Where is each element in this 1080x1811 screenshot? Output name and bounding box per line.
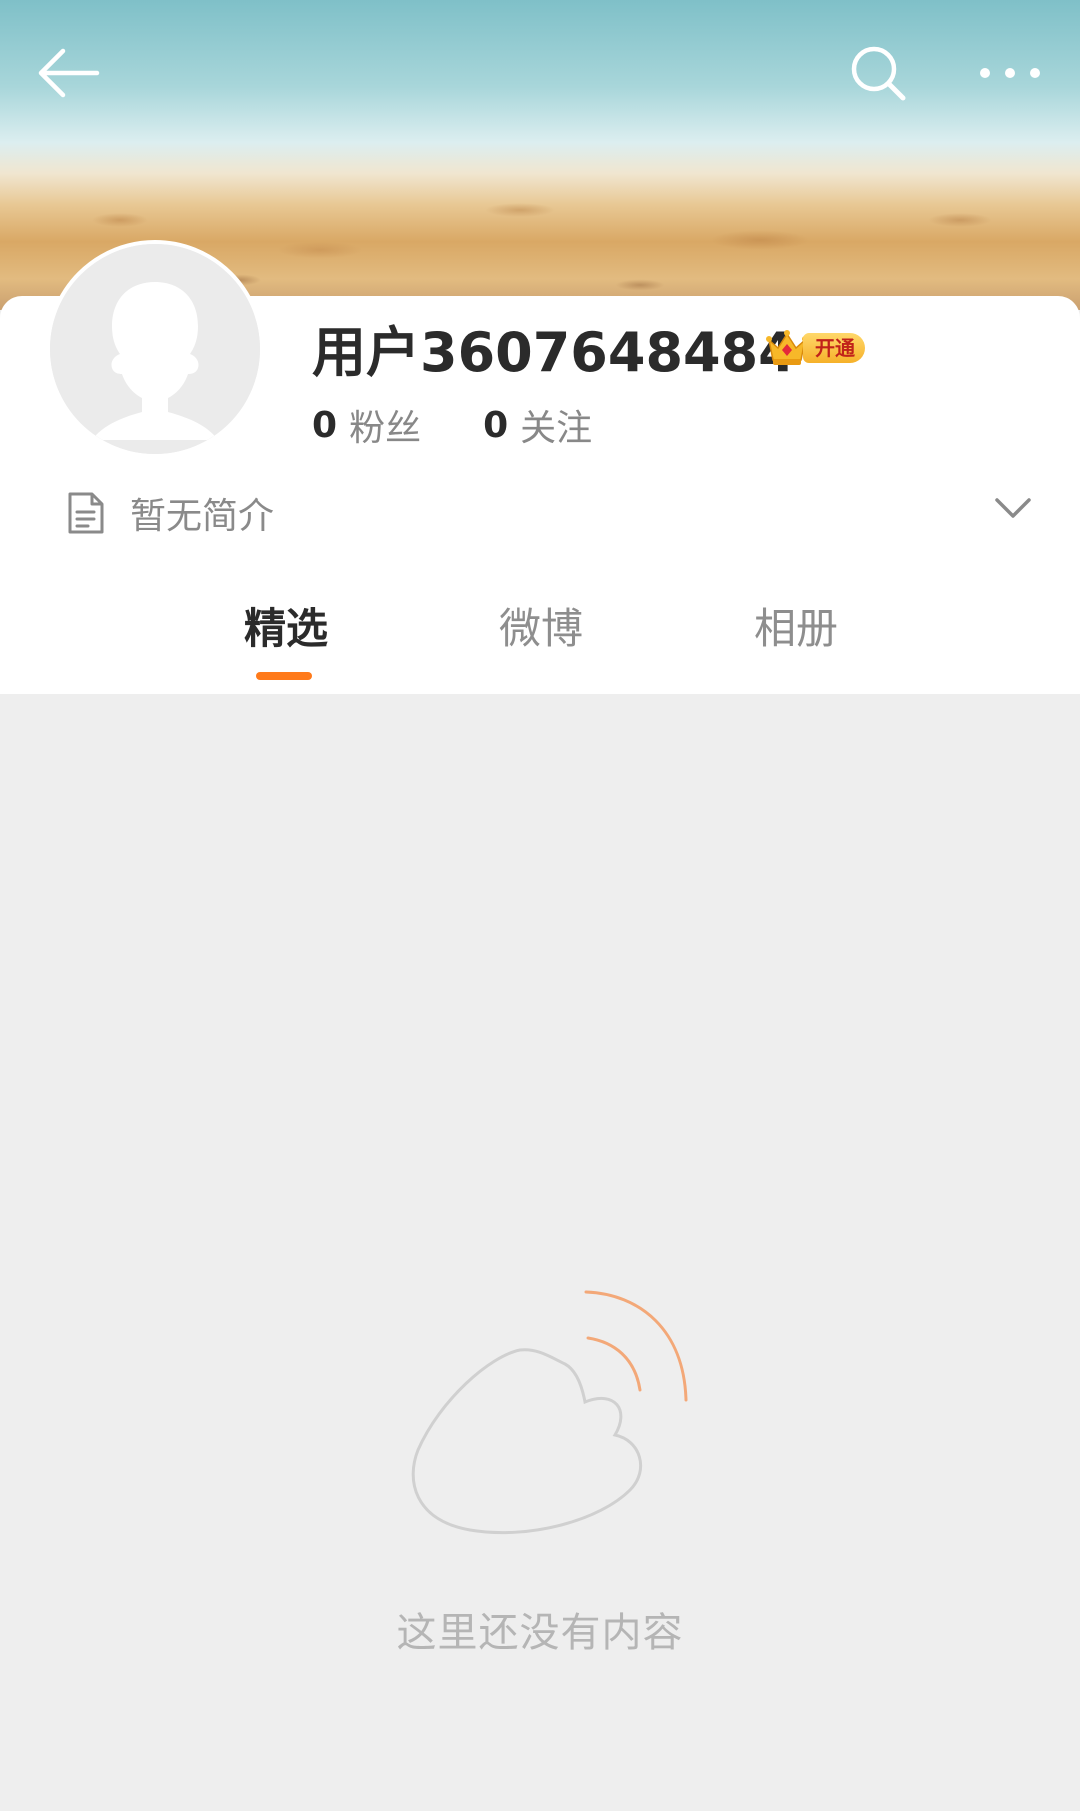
more-dots-icon <box>980 68 1040 78</box>
arrow-left-icon <box>38 48 100 98</box>
followers-label: 粉丝 <box>349 408 422 449</box>
document-icon <box>68 492 104 534</box>
vip-open-badge[interactable]: 开通 <box>765 326 877 370</box>
search-icon <box>851 46 906 101</box>
profile-tabs: 精选 微博 相册 <box>0 594 1080 694</box>
active-tab-indicator <box>256 672 312 680</box>
avatar[interactable] <box>46 240 264 458</box>
default-avatar-icon <box>50 244 260 454</box>
empty-state-message: 这里还没有内容 <box>396 1610 684 1656</box>
tab-weibo[interactable]: 微博 <box>499 594 583 664</box>
followers-count: 0 <box>312 404 338 446</box>
username: 用户3607648484 <box>312 321 796 384</box>
following-label: 关注 <box>520 408 593 449</box>
vip-open-label: 开通 <box>803 333 865 363</box>
bio-row[interactable]: 暂无简介 <box>66 488 1032 538</box>
stats-row: 0 粉丝 0 关注 <box>312 399 654 451</box>
followers-stat[interactable]: 0 粉丝 <box>312 399 421 451</box>
back-button[interactable] <box>33 38 103 108</box>
empty-weibo-logo-icon <box>411 1290 688 1535</box>
following-stat[interactable]: 0 关注 <box>483 399 592 451</box>
chevron-down-icon[interactable] <box>994 496 1032 520</box>
search-button[interactable] <box>843 38 913 108</box>
more-button[interactable] <box>975 38 1045 108</box>
following-count: 0 <box>483 404 509 446</box>
bio-text: 暂无简介 <box>130 496 275 537</box>
tab-album[interactable]: 相册 <box>754 594 838 664</box>
tab-featured[interactable]: 精选 <box>244 594 328 664</box>
